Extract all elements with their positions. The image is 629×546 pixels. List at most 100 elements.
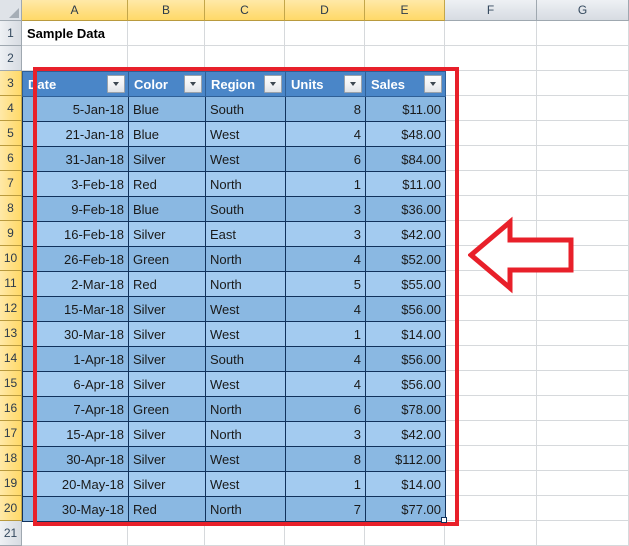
cell-F16[interactable] <box>445 396 537 421</box>
cell-G7[interactable] <box>537 171 629 196</box>
cell-G18[interactable] <box>537 446 629 471</box>
cell-date[interactable]: 30-Apr-18 <box>22 446 129 472</box>
cell-color[interactable]: Silver <box>128 371 206 397</box>
cell-A21[interactable] <box>22 521 128 546</box>
cell-E1[interactable] <box>365 21 445 46</box>
row-header-12[interactable]: 12 <box>0 296 22 321</box>
cell-sales[interactable]: $11.00 <box>365 171 446 197</box>
excel-table[interactable]: Date Color Region Units Sales 5-Jan-18 B… <box>22 71 446 522</box>
cell-G15[interactable] <box>537 371 629 396</box>
selection-fill-handle[interactable] <box>441 517 447 523</box>
cell-G21[interactable] <box>537 521 629 546</box>
cell-date[interactable]: 6-Apr-18 <box>22 371 129 397</box>
column-header-sales[interactable]: Sales <box>365 71 446 97</box>
column-header-c[interactable]: C <box>205 0 285 21</box>
cell-G20[interactable] <box>537 496 629 521</box>
cell-region[interactable]: North <box>205 396 286 422</box>
row-header-3[interactable]: 3 <box>0 71 22 96</box>
cell-units[interactable]: 8 <box>285 446 366 472</box>
table-row[interactable]: 30-Mar-18 Silver West 1 $14.00 <box>22 321 446 347</box>
cell-F15[interactable] <box>445 371 537 396</box>
cell-sales[interactable]: $56.00 <box>365 371 446 397</box>
column-header-f[interactable]: F <box>445 0 537 21</box>
column-header-g[interactable]: G <box>537 0 629 21</box>
cell-F1[interactable] <box>445 21 537 46</box>
cell-region[interactable]: North <box>205 171 286 197</box>
table-row[interactable]: 6-Apr-18 Silver West 4 $56.00 <box>22 371 446 397</box>
cell-date[interactable]: 2-Mar-18 <box>22 271 129 297</box>
cell-sales[interactable]: $11.00 <box>365 96 446 122</box>
cell-units[interactable]: 7 <box>285 496 366 522</box>
column-header-region[interactable]: Region <box>205 71 286 97</box>
cell-G12[interactable] <box>537 296 629 321</box>
filter-dropdown-icon-sales[interactable] <box>424 75 442 93</box>
cell-date[interactable]: 15-Apr-18 <box>22 421 129 447</box>
cell-F5[interactable] <box>445 121 537 146</box>
cell-date[interactable]: 3-Feb-18 <box>22 171 129 197</box>
cell-region[interactable]: West <box>205 321 286 347</box>
cell-C1[interactable] <box>205 21 285 46</box>
table-row[interactable]: 3-Feb-18 Red North 1 $11.00 <box>22 171 446 197</box>
cell-F6[interactable] <box>445 146 537 171</box>
cell-units[interactable]: 4 <box>285 296 366 322</box>
cell-sales[interactable]: $14.00 <box>365 321 446 347</box>
cell-color[interactable]: Blue <box>128 121 206 147</box>
cell-E21[interactable] <box>365 521 445 546</box>
cell-sales[interactable]: $42.00 <box>365 421 446 447</box>
row-header-21[interactable]: 21 <box>0 521 22 546</box>
table-row[interactable]: 5-Jan-18 Blue South 8 $11.00 <box>22 96 446 122</box>
cell-G1[interactable] <box>537 21 629 46</box>
cell-region[interactable]: South <box>205 346 286 372</box>
column-header-e[interactable]: E <box>365 0 445 21</box>
cell-region[interactable]: West <box>205 121 286 147</box>
cell-units[interactable]: 4 <box>285 346 366 372</box>
cell-region[interactable]: North <box>205 246 286 272</box>
cell-color[interactable]: Red <box>128 171 206 197</box>
cell-region[interactable]: South <box>205 196 286 222</box>
table-row[interactable]: 15-Mar-18 Silver West 4 $56.00 <box>22 296 446 322</box>
cell-region[interactable]: West <box>205 371 286 397</box>
cell-G14[interactable] <box>537 346 629 371</box>
table-row[interactable]: 2-Mar-18 Red North 5 $55.00 <box>22 271 446 297</box>
cell-color[interactable]: Blue <box>128 96 206 122</box>
column-header-d[interactable]: D <box>285 0 365 21</box>
row-header-1[interactable]: 1 <box>0 21 22 46</box>
cell-units[interactable]: 3 <box>285 196 366 222</box>
row-header-18[interactable]: 18 <box>0 446 22 471</box>
cell-region[interactable]: South <box>205 96 286 122</box>
cell-sales[interactable]: $36.00 <box>365 196 446 222</box>
cell-color[interactable]: Red <box>128 271 206 297</box>
cell-G4[interactable] <box>537 96 629 121</box>
cell-sales[interactable]: $55.00 <box>365 271 446 297</box>
row-header-8[interactable]: 8 <box>0 196 22 221</box>
cell-sales[interactable]: $112.00 <box>365 446 446 472</box>
cell-color[interactable]: Green <box>128 396 206 422</box>
cell-F19[interactable] <box>445 471 537 496</box>
cell-units[interactable]: 1 <box>285 321 366 347</box>
cell-region[interactable]: North <box>205 496 286 522</box>
cell-date[interactable]: 1-Apr-18 <box>22 346 129 372</box>
table-row[interactable]: 1-Apr-18 Silver South 4 $56.00 <box>22 346 446 372</box>
cell-units[interactable]: 4 <box>285 371 366 397</box>
cell-units[interactable]: 1 <box>285 471 366 497</box>
cell-F7[interactable] <box>445 171 537 196</box>
cell-sales[interactable]: $84.00 <box>365 146 446 172</box>
cell-color[interactable]: Silver <box>128 346 206 372</box>
row-header-10[interactable]: 10 <box>0 246 22 271</box>
cell-color[interactable]: Silver <box>128 471 206 497</box>
cell-units[interactable]: 1 <box>285 171 366 197</box>
cell-units[interactable]: 5 <box>285 271 366 297</box>
column-header-b[interactable]: B <box>128 0 205 21</box>
table-row[interactable]: 21-Jan-18 Blue West 4 $48.00 <box>22 121 446 147</box>
cell-date[interactable]: 7-Apr-18 <box>22 396 129 422</box>
cell-date[interactable]: 15-Mar-18 <box>22 296 129 322</box>
filter-dropdown-icon-date[interactable] <box>107 75 125 93</box>
cell-F14[interactable] <box>445 346 537 371</box>
cell-color[interactable]: Blue <box>128 196 206 222</box>
row-header-6[interactable]: 6 <box>0 146 22 171</box>
column-header-color[interactable]: Color <box>128 71 206 97</box>
cell-F2[interactable] <box>445 46 537 71</box>
cell-color[interactable]: Silver <box>128 221 206 247</box>
column-header-a[interactable]: A <box>22 0 128 21</box>
cell-sales[interactable]: $48.00 <box>365 121 446 147</box>
